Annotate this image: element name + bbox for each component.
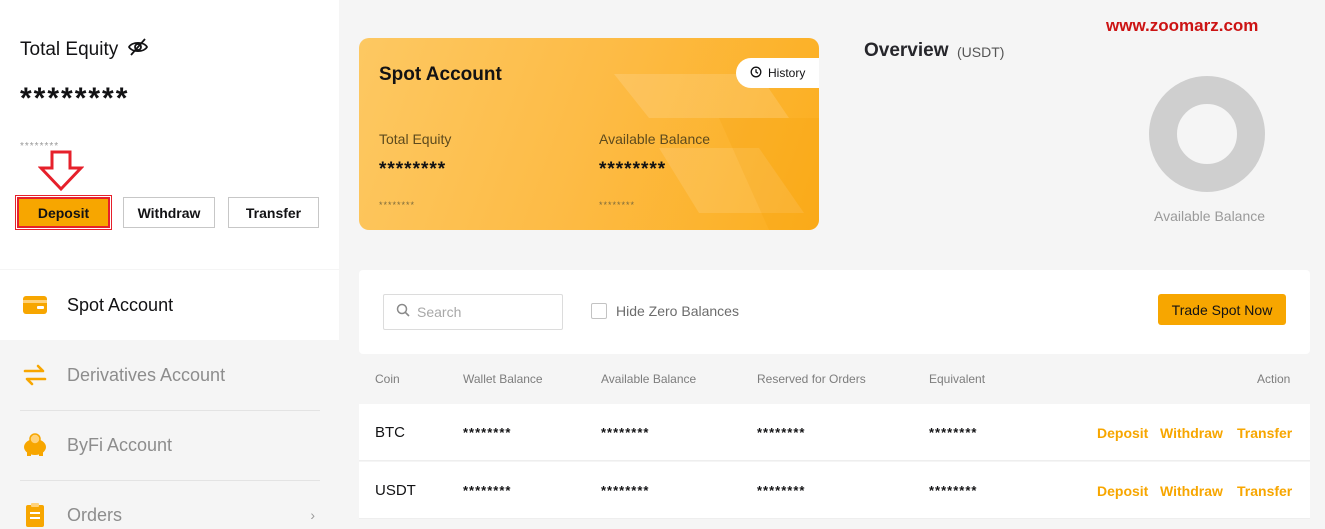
donut-available-balance-label: Available Balance (1154, 208, 1266, 224)
transfer-button[interactable]: Transfer (228, 197, 319, 228)
search-icon (396, 303, 410, 322)
column-header-available-balance: Available Balance (601, 372, 697, 386)
sidebar-item-derivatives-account[interactable]: Derivatives Account (0, 340, 339, 410)
coin-name: USDT (375, 482, 416, 499)
sidebar-item-label: ByFi Account (67, 434, 173, 455)
history-clock-icon (750, 66, 762, 81)
hide-zero-checkbox[interactable] (591, 303, 607, 319)
table-row: BTC ******** ******** ******** ******** … (359, 404, 1310, 461)
balance-donut-chart (1149, 76, 1265, 192)
search-field[interactable] (383, 294, 563, 330)
piggy-bank-icon (22, 432, 48, 458)
card-total-equity-value: ******** (379, 159, 447, 180)
column-header-equivalent: Equivalent (929, 372, 986, 386)
swap-arrows-icon (22, 362, 48, 388)
reserved-for-orders: ******** (757, 483, 806, 498)
asset-filter-bar: Hide Zero Balances Trade Spot Now (359, 270, 1310, 354)
wallet-balance: ******** (463, 483, 512, 498)
total-equity-label: Total Equity (20, 39, 119, 60)
coin-name: BTC (375, 424, 405, 441)
equity-panel: Total Equity ******** ******** Deposit W… (0, 0, 339, 269)
row-withdraw-link[interactable]: Withdraw (1160, 404, 1223, 461)
sidebar-item-label: Derivatives Account (67, 364, 226, 385)
trade-spot-now-button[interactable]: Trade Spot Now (1158, 294, 1286, 325)
account-sidebar: Spot Account Derivatives Account ByFi Ac… (0, 270, 339, 529)
row-withdraw-link[interactable]: Withdraw (1160, 462, 1223, 519)
hide-zero-balances-toggle[interactable]: Hide Zero Balances (591, 303, 739, 319)
card-total-equity-label: Total Equity (379, 131, 452, 147)
sidebar-item-label: Spot Account (67, 294, 174, 315)
chevron-right-icon: › (310, 507, 315, 523)
sidebar-item-label: Orders (67, 504, 123, 525)
total-equity-heading: Total Equity (20, 38, 149, 62)
card-available-sub: ******** (599, 200, 636, 210)
column-header-wallet-balance: Wallet Balance (463, 372, 543, 386)
search-input[interactable] (417, 304, 557, 320)
spot-account-title: Spot Account (379, 64, 502, 85)
sidebar-item-spot-account[interactable]: Spot Account (0, 270, 339, 340)
overview-title: Overview (864, 40, 949, 61)
column-header-reserved: Reserved for Orders (757, 372, 866, 386)
equivalent-value: ******** (929, 425, 978, 440)
row-deposit-link[interactable]: Deposit (1097, 404, 1148, 461)
wallet-card-icon (22, 292, 48, 318)
withdraw-button[interactable]: Withdraw (123, 197, 215, 228)
overview-unit: (USDT) (957, 44, 1005, 60)
spot-account-card: Spot Account History Total Equity ******… (359, 38, 819, 230)
card-available-label: Available Balance (599, 131, 711, 147)
sidebar-item-byfi-account[interactable]: ByFi Account (0, 410, 339, 480)
row-deposit-link[interactable]: Deposit (1097, 462, 1148, 519)
eye-off-icon[interactable] (128, 38, 149, 62)
reserved-for-orders: ******** (757, 425, 806, 440)
row-transfer-link[interactable]: Transfer (1237, 404, 1292, 461)
table-row: USDT ******** ******** ******** ********… (359, 462, 1310, 519)
row-transfer-link[interactable]: Transfer (1237, 462, 1292, 519)
total-equity-value: ******** (20, 82, 130, 115)
hide-zero-label: Hide Zero Balances (616, 303, 739, 319)
card-total-equity-sub: ******** (379, 200, 416, 210)
history-button[interactable]: History (736, 58, 819, 88)
card-available-value: ******** (599, 159, 667, 180)
available-balance: ******** (601, 483, 650, 498)
sidebar-item-orders[interactable]: Orders › (0, 480, 339, 529)
history-label: History (768, 66, 806, 80)
down-arrow-annotation-icon (37, 150, 85, 197)
column-header-coin: Coin (375, 372, 400, 386)
deposit-button[interactable]: Deposit (15, 195, 112, 230)
wallet-balance: ******** (463, 425, 512, 440)
available-balance: ******** (601, 425, 650, 440)
equivalent-value: ******** (929, 483, 978, 498)
column-header-action: Action (1257, 372, 1291, 386)
orders-list-icon (22, 502, 48, 528)
watermark-text: www.zoomarz.com (1106, 16, 1259, 35)
